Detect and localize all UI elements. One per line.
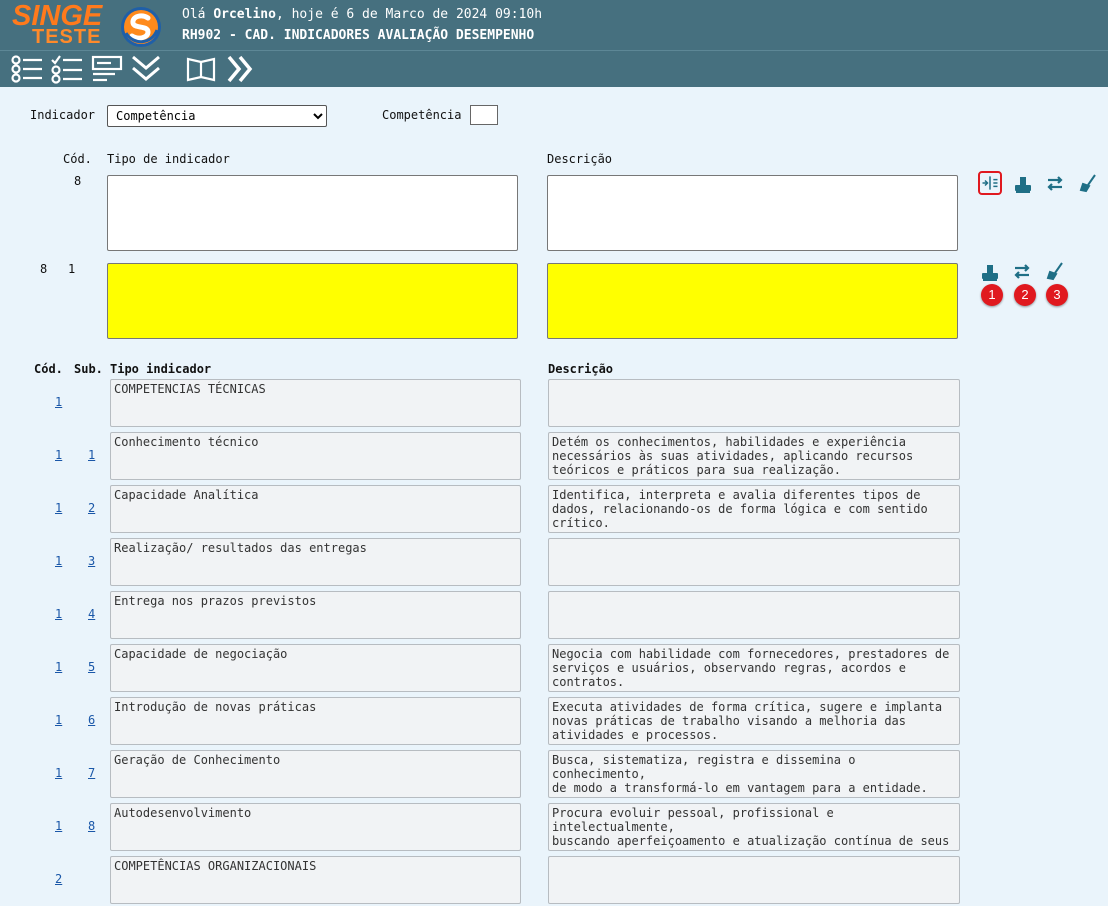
row-cod-link[interactable]: 1 — [55, 395, 62, 409]
table-row: 1 3 Realização/ resultados das entregas — [0, 538, 1108, 586]
logo-s-icon — [121, 7, 161, 47]
app-header: SINGE TESTE Olá Orcelino, hoje é 6 de Ma… — [0, 0, 1108, 50]
greeting: Olá Orcelino, hoje é 6 de Marco de 2024 … — [182, 7, 542, 22]
table-row: 1 6 Introdução de novas práticas Executa at… — [0, 697, 1108, 745]
new-cod: 8 — [74, 174, 82, 188]
competencia-input[interactable] — [470, 105, 498, 125]
swap-icon[interactable] — [1044, 172, 1066, 194]
list-icon[interactable] — [10, 54, 44, 84]
greeting-prefix: Olá — [182, 7, 206, 22]
row-cod-link[interactable]: 1 — [55, 660, 62, 674]
row-sub-link[interactable]: 1 — [88, 448, 95, 462]
row-tipo-cell: Entrega nos prazos previstos — [110, 591, 521, 639]
edit-cod: 8 — [40, 262, 48, 276]
logo-teste: TESTE — [32, 26, 102, 48]
row-sub-link[interactable]: 8 — [88, 819, 95, 833]
table-row: 1 1 Conhecimento técnico Detém os conhecime… — [0, 432, 1108, 480]
row-descricao-cell — [548, 538, 960, 586]
broom-icon[interactable] — [1045, 260, 1067, 282]
row-tipo-cell: COMPETÊNCIAS ORGANIZACIONAIS — [110, 856, 521, 904]
row-sub-link[interactable]: 7 — [88, 766, 95, 780]
indicador-select[interactable]: Competência — [107, 105, 327, 127]
row-sub-link[interactable]: 3 — [88, 554, 95, 568]
competencia-label: Competência — [382, 108, 462, 122]
edit-sub: 1 — [68, 262, 76, 276]
row-cod-link[interactable]: 1 — [55, 819, 62, 833]
row-descricao-cell: Busca, sistematiza, registra e dissemina… — [548, 750, 960, 798]
double-chevron-right-icon[interactable] — [225, 54, 259, 84]
cod-label: Cód. — [63, 152, 92, 166]
row-cod-link[interactable]: 1 — [55, 607, 62, 621]
row-tipo-cell: Introdução de novas práticas — [110, 697, 521, 745]
swap-icon[interactable] — [1011, 260, 1033, 282]
user-name: Orcelino — [213, 7, 276, 22]
table-row: 2 COMPETÊNCIAS ORGANIZACIONAIS — [0, 856, 1108, 904]
table-row: 1 4 Entrega nos prazos previstos — [0, 591, 1108, 639]
tipo-label: Tipo de indicador — [107, 152, 230, 166]
row-descricao-cell: Procura evoluir pessoal, profissional e … — [548, 803, 960, 851]
row-cod-link[interactable]: 2 — [55, 872, 62, 886]
indicador-label: Indicador — [30, 108, 96, 122]
double-chevron-down-icon[interactable] — [130, 54, 164, 84]
descricao-label: Descrição — [547, 152, 613, 166]
row-descricao-cell: Identifica, interpreta e avalia diferent… — [548, 485, 960, 533]
badge-2: 2 — [1014, 284, 1036, 306]
row-tipo-cell: COMPETENCIAS TÉCNICAS — [110, 379, 521, 427]
insert-icon[interactable] — [978, 171, 1002, 195]
stamp-icon[interactable] — [1012, 172, 1034, 194]
table-row: 1 2 Capacidade Analítica Identifica, interp… — [0, 485, 1108, 533]
row-descricao-cell: Executa atividades de forma crítica, sug… — [548, 697, 960, 745]
greeting-date: , hoje é 6 de Marco de 2024 09:10h — [275, 7, 543, 22]
table-row: 1 COMPETENCIAS TÉCNICAS — [0, 379, 1108, 427]
row-tipo-cell: Autodesenvolvimento — [110, 803, 521, 851]
edit-tipo-input[interactable] — [107, 263, 518, 339]
book-icon[interactable] — [185, 54, 219, 84]
row-tipo-cell: Geração de Conhecimento — [110, 750, 521, 798]
row-cod-link[interactable]: 1 — [55, 766, 62, 780]
row-cod-link[interactable]: 1 — [55, 448, 62, 462]
row-descricao-cell: Detém os conhecimentos, habilidades e ex… — [548, 432, 960, 480]
new-descricao-input[interactable] — [547, 175, 958, 251]
row-cod-link[interactable]: 1 — [55, 501, 62, 515]
form-icon[interactable] — [91, 54, 125, 84]
new-tipo-input[interactable] — [107, 175, 518, 251]
table-row: 1 7 Geração de Conhecimento Busca, sistemat… — [0, 750, 1108, 798]
row-descricao-cell — [548, 856, 960, 904]
row-sub-link[interactable]: 6 — [88, 713, 95, 727]
toolbar — [0, 50, 1108, 87]
table-row: 1 8 Autodesenvolvimento Procura evoluir pes… — [0, 803, 1108, 851]
row-descricao-cell: Negocia com habilidade com fornecedores,… — [548, 644, 960, 692]
list-header-cod: Cód. — [34, 362, 63, 376]
row-tipo-cell: Realização/ resultados das entregas — [110, 538, 521, 586]
row-tipo-cell: Capacidade de negociação — [110, 644, 521, 692]
edit-descricao-input[interactable] — [547, 263, 958, 339]
list-header-descricao: Descrição — [548, 362, 614, 376]
list-header-tipo: Tipo indicador — [110, 362, 212, 376]
screen-title: RH902 - CAD. INDICADORES AVALIAÇÃO DESEM… — [182, 28, 535, 43]
stamp-icon[interactable] — [979, 260, 1001, 282]
badge-1: 1 — [981, 284, 1003, 306]
row-descricao-cell — [548, 591, 960, 639]
row-descricao-cell — [548, 379, 960, 427]
broom-icon[interactable] — [1078, 172, 1100, 194]
checklist-icon[interactable] — [50, 54, 84, 84]
row-tipo-cell: Conhecimento técnico — [110, 432, 521, 480]
badge-3: 3 — [1046, 284, 1068, 306]
list-header-sub: Sub. — [74, 362, 103, 376]
row-sub-link[interactable]: 5 — [88, 660, 95, 674]
row-cod-link[interactable]: 1 — [55, 713, 62, 727]
row-sub-link[interactable]: 2 — [88, 501, 95, 515]
row-sub-link[interactable]: 4 — [88, 607, 95, 621]
table-row: 1 5 Capacidade de negociação Negocia com ha… — [0, 644, 1108, 692]
row-tipo-cell: Capacidade Analítica — [110, 485, 521, 533]
row-cod-link[interactable]: 1 — [55, 554, 62, 568]
